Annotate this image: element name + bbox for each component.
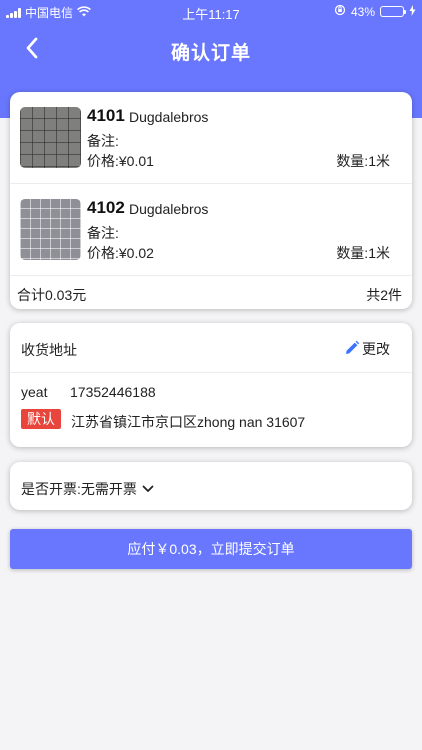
status-right: 43% [334, 4, 416, 19]
item-price: 价格:¥0.01 [87, 153, 154, 169]
invoice-selector[interactable]: 是否开票: 无需开票 [10, 462, 412, 510]
order-item[interactable]: 4102 Dugdalebros 备注: 价格:¥0.02 数量:1米 [10, 184, 412, 276]
address-header: 收货地址 更改 [10, 323, 412, 373]
fabric-thumbnail [20, 199, 81, 260]
order-total: 合计0.03元 [17, 287, 87, 303]
change-address-button[interactable]: 更改 [344, 339, 390, 359]
item-note-label: 备注: [87, 225, 119, 241]
order-item[interactable]: 4101 Dugdalebros 备注: 价格:¥0.01 数量:1米 [10, 92, 412, 184]
invoice-value: 无需开票 [80, 481, 137, 497]
invoice-label: 是否开票: [21, 481, 81, 497]
item-brand: Dugdalebros [129, 109, 209, 125]
status-bar: 中国电信 上午11:17 43% [0, 0, 422, 22]
orientation-lock-icon [334, 4, 346, 19]
nav-bar: 确认订单 [0, 22, 422, 78]
address-card: 收货地址 更改 yeat 17352446188 默认 江苏省镇江市京口区zho… [10, 323, 412, 447]
default-badge: 默认 [21, 409, 61, 429]
invoice-row: 是否开票: 无需开票 [21, 479, 154, 499]
order-summary: 合计0.03元 共2件 [10, 276, 412, 309]
change-address-label: 更改 [362, 341, 390, 357]
page-title: 确认订单 [170, 43, 251, 64]
item-quantity: 数量:1米 [336, 245, 390, 261]
pencil-icon [344, 340, 360, 359]
item-code: 4101 [87, 106, 125, 125]
charging-icon [409, 4, 416, 19]
address-section-label: 收货地址 [21, 342, 77, 358]
item-note-label: 备注: [87, 133, 119, 149]
battery-icon [380, 6, 406, 17]
order-item-count: 共2件 [366, 287, 402, 303]
address-details[interactable]: yeat 17352446188 默认 江苏省镇江市京口区zhong nan 3… [10, 373, 412, 446]
battery-percent: 43% [350, 4, 375, 19]
item-price: 价格:¥0.02 [87, 245, 154, 261]
item-brand: Dugdalebros [129, 201, 209, 217]
chevron-down-icon [142, 485, 154, 493]
recipient-name: yeat [21, 384, 48, 400]
submit-order-button[interactable]: 应付￥0.03，立即提交订单 [10, 529, 412, 569]
recipient-phone: 17352446188 [70, 384, 156, 400]
item-quantity: 数量:1米 [336, 153, 390, 169]
fabric-thumbnail [20, 107, 81, 168]
recipient-address: 江苏省镇江市京口区zhong nan 31607 [71, 414, 306, 430]
order-card: 4101 Dugdalebros 备注: 价格:¥0.01 数量:1米 4102… [10, 92, 412, 309]
item-code: 4102 [87, 198, 125, 217]
